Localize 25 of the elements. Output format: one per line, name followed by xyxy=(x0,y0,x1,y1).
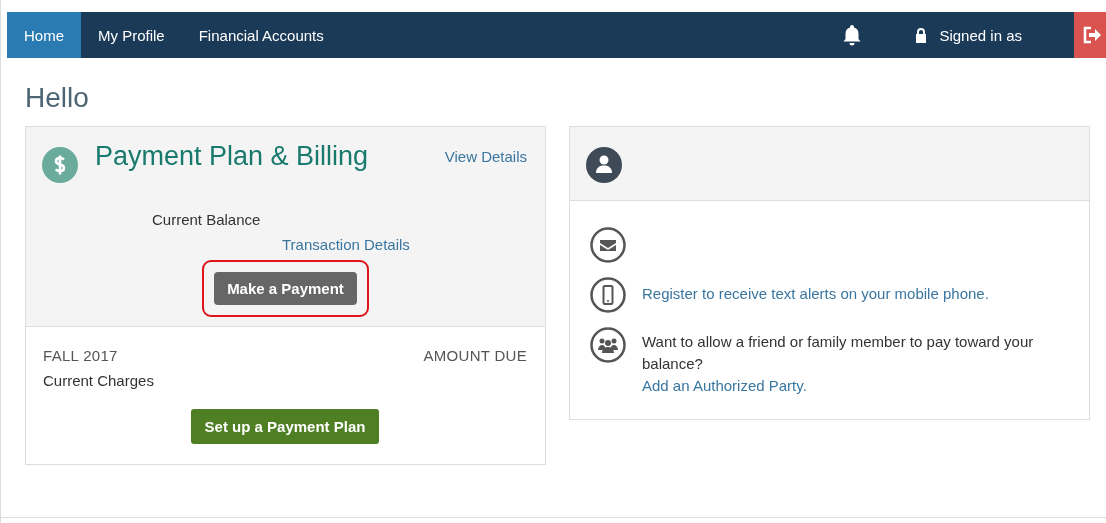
signed-in-text: Signed in as xyxy=(939,26,1022,44)
term-label: FALL 2017 xyxy=(43,347,118,364)
nav-tab[interactable]: Financial Accounts xyxy=(181,12,341,58)
make-payment-button[interactable]: Make a Payment xyxy=(214,272,357,305)
user-icon xyxy=(586,147,622,183)
nav-tab[interactable]: My Profile xyxy=(81,12,182,58)
nav-tab[interactable]: Home xyxy=(7,12,81,58)
amount-due-label: AMOUNT DUE xyxy=(423,347,527,364)
envelope-icon xyxy=(590,227,626,263)
profile-link[interactable]: Add an Authorized Party. xyxy=(642,377,807,394)
payment-plan-button[interactable]: Set up a Payment Plan xyxy=(190,409,380,444)
card-title: Payment Plan & Billing xyxy=(95,141,370,172)
dollar-icon xyxy=(42,147,78,183)
charges-label: Current Charges xyxy=(43,372,155,389)
lock-icon xyxy=(914,27,929,43)
balance-label: Current Balance xyxy=(152,211,262,228)
authorize-prompt: Want to allow a friend or family member to pay toward your balance? xyxy=(642,332,1035,374)
transaction-details-link[interactable]: Transaction Details xyxy=(282,236,410,253)
view-details-link[interactable]: View Details xyxy=(444,148,527,165)
group-icon xyxy=(590,327,626,363)
profile-link[interactable]: Register to receive text alerts on your mobile phone. xyxy=(642,285,989,302)
sign-out-icon xyxy=(1082,25,1102,45)
greeting: Hello xyxy=(25,82,90,114)
sign-out-button[interactable] xyxy=(1074,12,1106,58)
phone-icon xyxy=(590,277,626,313)
